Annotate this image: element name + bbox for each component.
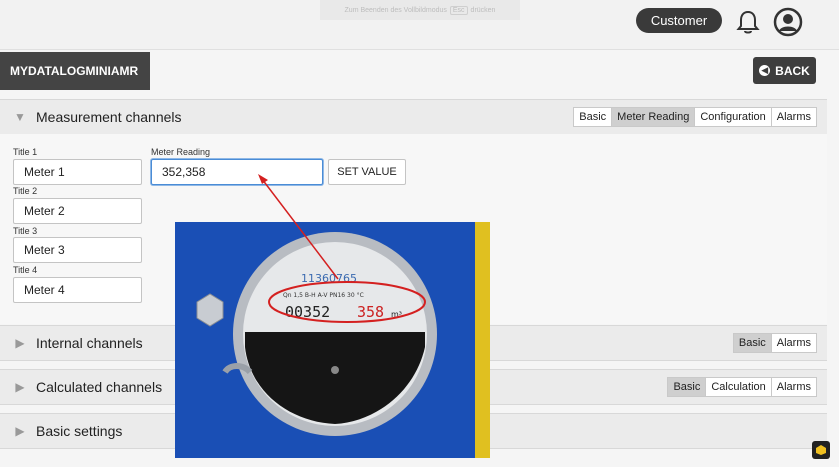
meter-reading-input[interactable]: 352,358 <box>151 159 323 185</box>
meter-edge <box>475 222 490 458</box>
title1-label: Title 1 <box>13 147 38 157</box>
bell-icon[interactable] <box>735 9 761 35</box>
tab-configuration[interactable]: Configuration <box>695 108 772 126</box>
chevron-right-icon[interactable]: ▶ <box>12 379 28 395</box>
chevron-right-icon[interactable]: ▶ <box>12 423 28 439</box>
title2-input[interactable]: Meter 2 <box>13 198 142 224</box>
measurement-channels-header[interactable]: ▼ Measurement channels Basic Meter Readi… <box>0 100 827 134</box>
section-title: Basic settings <box>36 423 123 439</box>
tab-alarms[interactable]: Alarms <box>772 334 816 352</box>
meter-screw <box>331 366 339 374</box>
chevron-right-icon[interactable]: ▶ <box>12 335 28 351</box>
measurement-channels-section: ▼ Measurement channels Basic Meter Readi… <box>0 99 827 135</box>
corner-logo-icon[interactable] <box>812 441 830 459</box>
top-bar: Zum Beenden des Vollbildmodus Esc drücke… <box>0 0 839 50</box>
chevron-down-icon[interactable]: ▼ <box>12 109 28 125</box>
tab-basic[interactable]: Basic <box>574 108 613 126</box>
section-title: Internal channels <box>36 335 143 351</box>
tab-alarms[interactable]: Alarms <box>772 108 816 126</box>
section-title: Measurement channels <box>36 109 182 125</box>
meter-black-digits: 00352 <box>285 303 330 321</box>
meter-reading-label: Meter Reading <box>151 147 211 157</box>
device-name-tab: MYDATALOGMINIAMR <box>0 52 150 90</box>
back-label: BACK <box>775 63 810 78</box>
meter-spec: Qn 1,5 B-H A-V PN16 30 °C <box>283 292 364 299</box>
fullscreen-hint-suffix: drücken <box>470 6 496 14</box>
title3-label: Title 3 <box>13 226 38 236</box>
internal-tabs: Basic Alarms <box>732 333 817 353</box>
water-meter-photo: 11360765 Qn 1,5 B-H A-V PN16 30 °C 00352… <box>175 222 490 458</box>
user-avatar-icon[interactable] <box>773 7 803 37</box>
set-value-button[interactable]: SET VALUE <box>328 159 406 185</box>
measurement-tabs: Basic Meter Reading Configuration Alarms <box>573 107 817 127</box>
tab-alarms[interactable]: Alarms <box>772 378 816 396</box>
section-title: Calculated channels <box>36 379 163 395</box>
tab-meter-reading[interactable]: Meter Reading <box>612 108 696 126</box>
calculated-tabs: Basic Calculation Alarms <box>667 377 817 397</box>
fullscreen-hint-text: Zum Beenden des Vollbildmodus <box>344 6 447 14</box>
customer-button[interactable]: Customer <box>636 8 722 33</box>
title4-label: Title 4 <box>13 265 38 275</box>
back-button[interactable]: ◀ BACK <box>753 57 816 84</box>
fullscreen-hint: Zum Beenden des Vollbildmodus Esc drücke… <box>320 0 520 20</box>
tab-basic[interactable]: Basic <box>668 378 707 396</box>
title1-input[interactable]: Meter 1 <box>13 159 142 185</box>
meter-red-digits: 358 <box>357 303 384 321</box>
fullscreen-hint-key: Esc <box>449 5 468 15</box>
title3-input[interactable]: Meter 3 <box>13 237 142 263</box>
tab-calculation[interactable]: Calculation <box>706 378 772 396</box>
title2-label: Title 2 <box>13 186 38 196</box>
back-arrow-icon: ◀ <box>759 65 771 76</box>
title4-input[interactable]: Meter 4 <box>13 277 142 303</box>
tab-basic[interactable]: Basic <box>733 334 772 352</box>
